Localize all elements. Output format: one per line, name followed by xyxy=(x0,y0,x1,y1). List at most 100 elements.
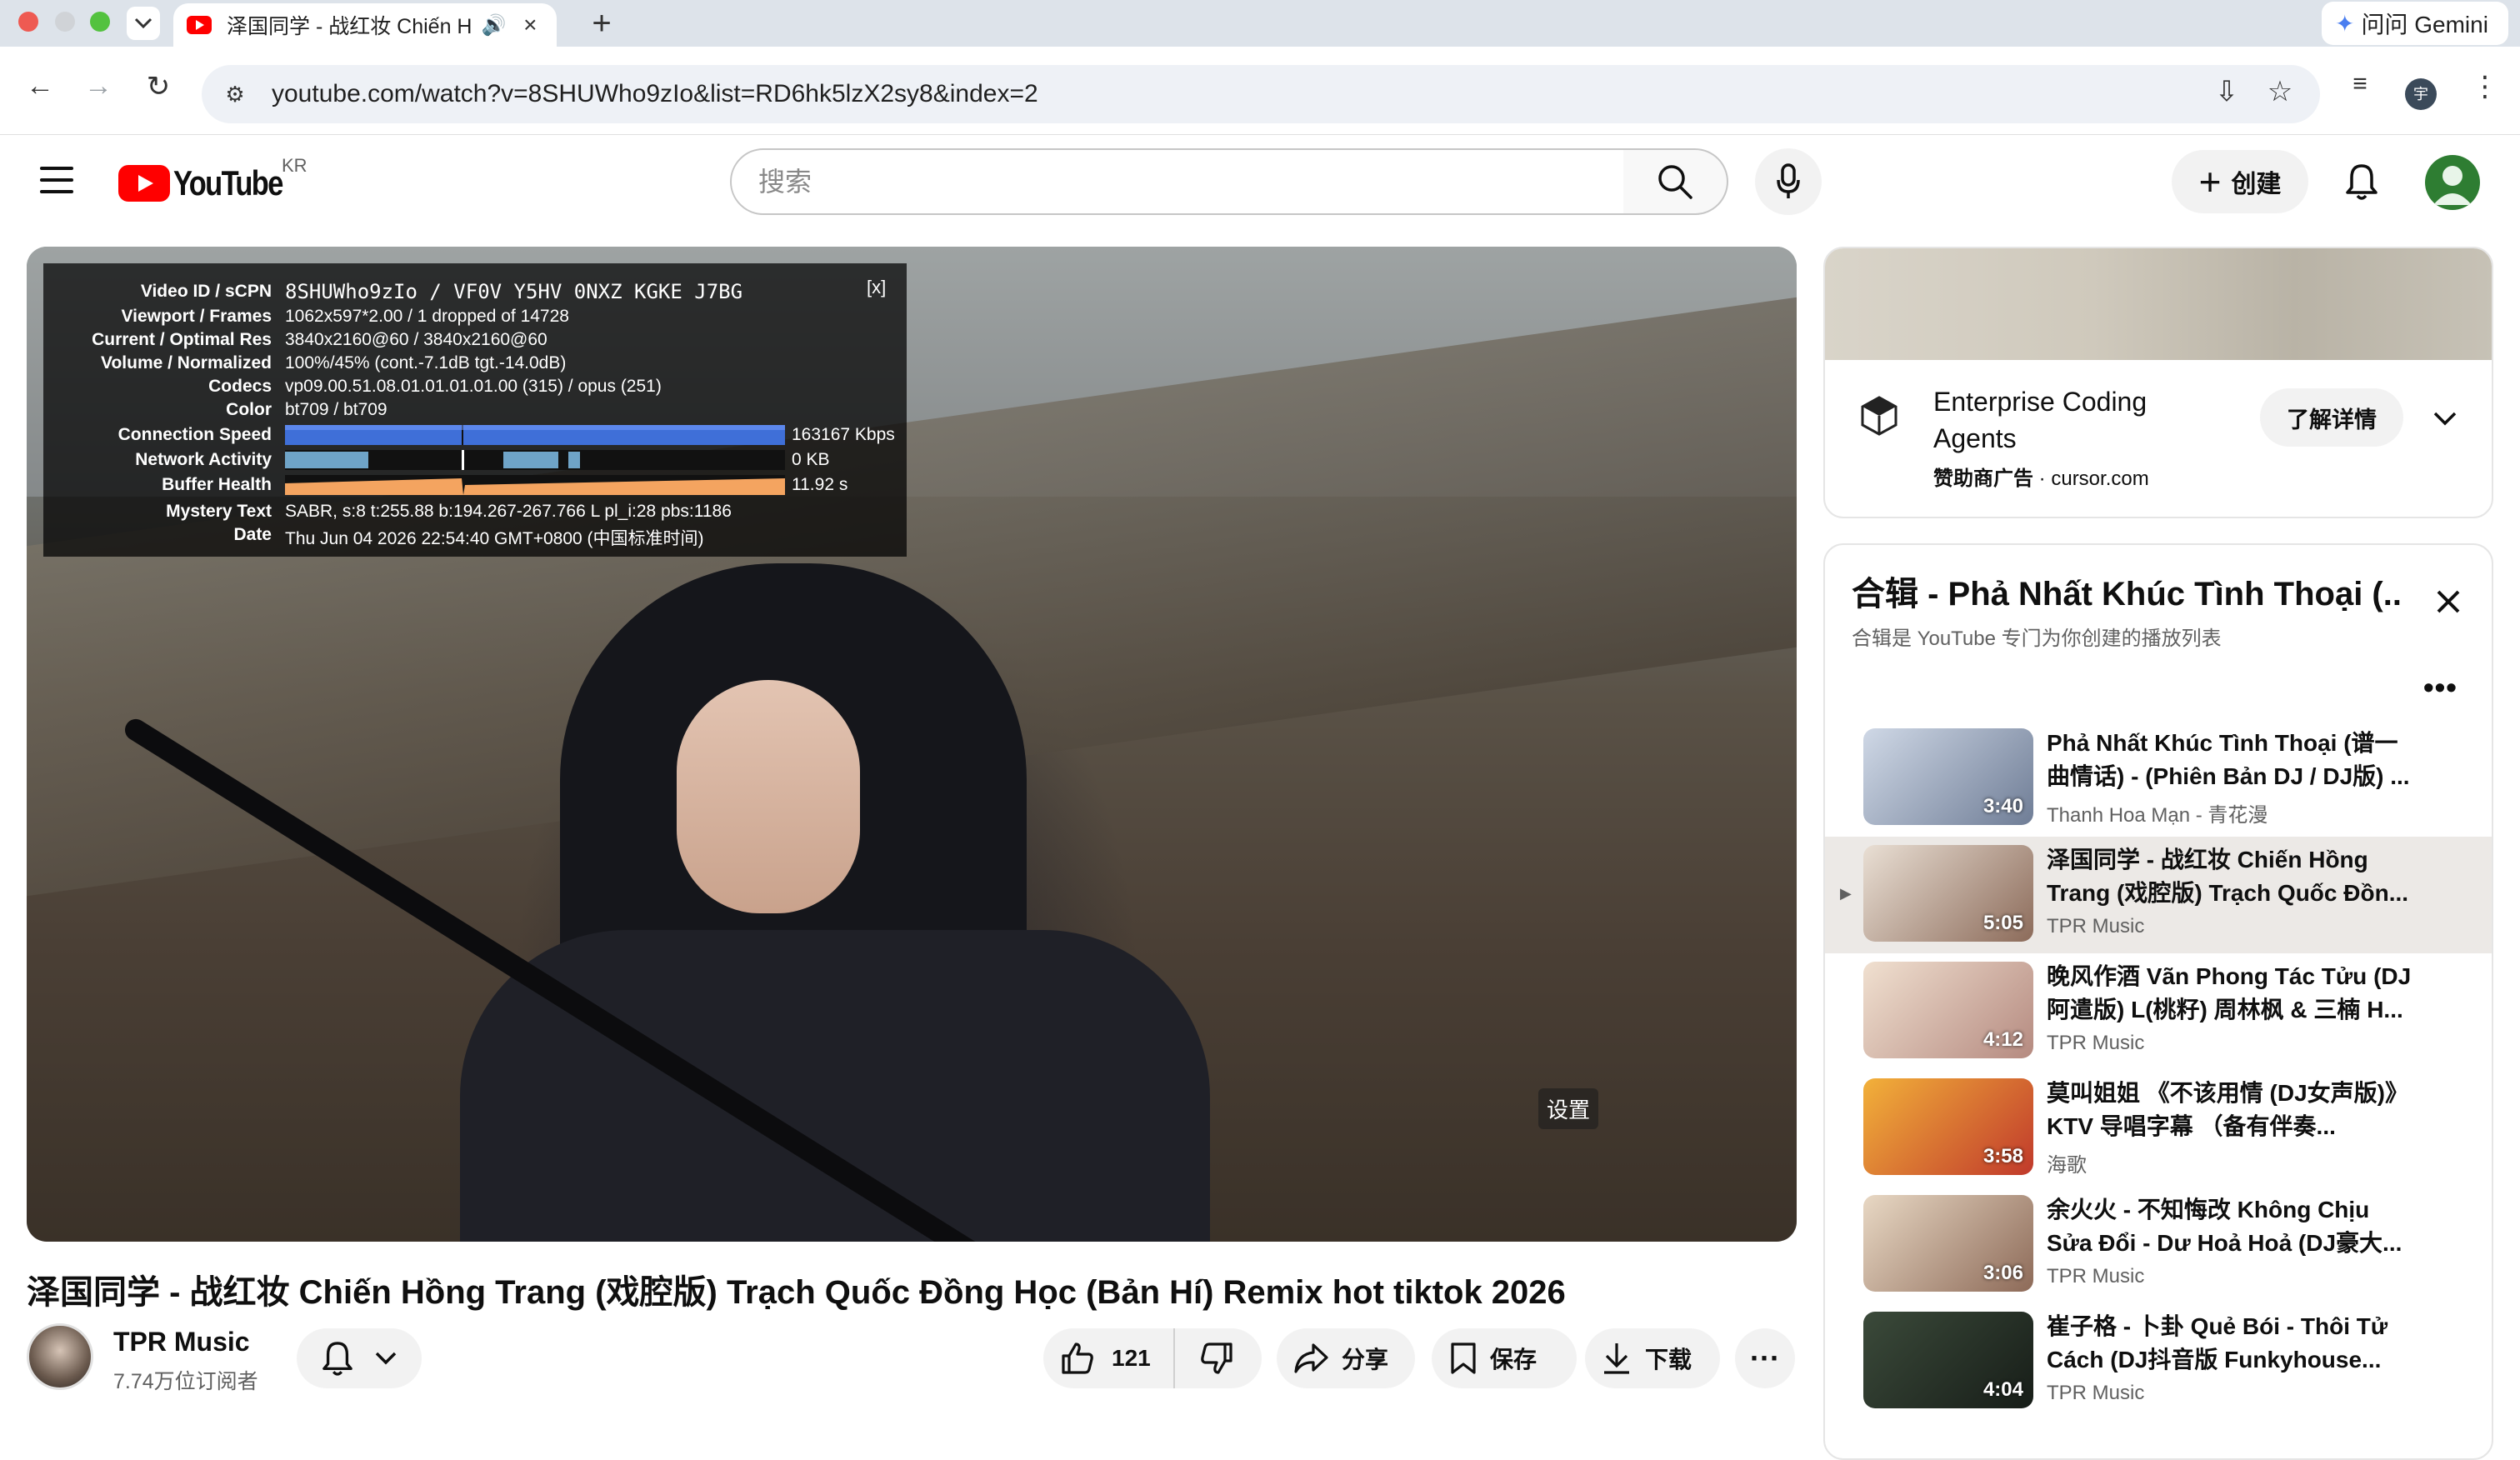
plus-icon: + xyxy=(2198,160,2222,203)
now-playing-icon: ▶ xyxy=(1840,885,1852,902)
playlist-thumbnail[interactable]: 4:04 xyxy=(1863,1312,2033,1408)
playlist-thumbnail[interactable]: 3:06 xyxy=(1863,1195,2033,1292)
stat-value: 1062x597*2.00 / 1 dropped of 14728 xyxy=(285,307,569,326)
playlist-item[interactable]: 3:58 莫叫姐姐 《不该用情 (DJ女声版)》 KTV 导唱字幕 （备有伴奏.… xyxy=(1825,1070,2492,1187)
stats-for-nerds-panel: [x] Video ID / sCPN 8SHUWho9zIo / VF0V Y… xyxy=(43,263,907,557)
ask-gemini-button[interactable]: ✦ 问问 Gemini xyxy=(2322,2,2508,45)
tab-close-icon[interactable]: × xyxy=(518,12,543,38)
playlist-item-title[interactable]: 崔子格 - 卜卦 Quẻ Bói - Thôi Tử Cách (DJ抖音版 F… xyxy=(2047,1310,2413,1377)
video-player[interactable]: 设置 [x] Video ID / sCPN 8SHUWho9zIo / VF0… xyxy=(27,247,1797,1242)
window-maximize-button[interactable] xyxy=(90,12,110,32)
address-bar[interactable]: ⚙ youtube.com/watch?v=8SHUWho9zIo&list=R… xyxy=(202,65,2320,123)
playlist-item-channel: TPR Music xyxy=(2047,1382,2145,1404)
playlist-item[interactable]: 3:40 Phả Nhất Khúc Tình Thoại (谱一曲情话) - … xyxy=(1825,720,2492,837)
like-button[interactable]: 121 xyxy=(1043,1328,1175,1388)
stat-label: Current / Optimal Res xyxy=(92,330,272,349)
share-icon xyxy=(1294,1343,1328,1373)
media-control-icon[interactable]: ≡ xyxy=(2342,70,2378,98)
thumbs-down-icon xyxy=(1201,1342,1232,1374)
reload-icon[interactable]: ↻ xyxy=(140,70,177,103)
settings-tooltip: 设置 xyxy=(1538,1088,1599,1129)
playlist-item-channel: TPR Music xyxy=(2047,915,2145,938)
stat-label: Connection Speed xyxy=(118,425,272,444)
playlist-item-title[interactable]: 莫叫姐姐 《不该用情 (DJ女声版)》 KTV 导唱字幕 （备有伴奏... xyxy=(2047,1077,2413,1143)
playlist-item[interactable]: 4:04 崔子格 - 卜卦 Quẻ Bói - Thôi Tử Cách (DJ… xyxy=(1825,1303,2492,1420)
share-button[interactable]: 分享 xyxy=(1277,1328,1415,1388)
save-label: 保存 xyxy=(1490,1347,1538,1372)
stat-label: Viewport / Frames xyxy=(121,307,272,326)
site-info-icon[interactable]: ⚙ xyxy=(220,82,250,108)
window-close-button[interactable] xyxy=(18,12,38,32)
account-avatar[interactable] xyxy=(2425,155,2480,210)
profile-avatar[interactable]: 宇 xyxy=(2405,78,2437,110)
create-button[interactable]: + 创建 xyxy=(2172,150,2308,213)
sponsored-ad-card[interactable]: Enterprise Coding Agents 赞助商广告 · cursor.… xyxy=(1823,247,2493,518)
microphone-icon xyxy=(1777,163,1800,198)
window-minimize-button[interactable] xyxy=(55,12,75,32)
playlist-item-title[interactable]: 泽国同学 - 战红妆 Chiến Hồng Trang (戏腔版) Trạch … xyxy=(2047,843,2413,910)
playlist-more-icon[interactable]: ••• xyxy=(2423,670,2458,705)
stat-value: 11.92 s xyxy=(792,475,848,494)
playlist-item-title[interactable]: Phả Nhất Khúc Tình Thoại (谱一曲情话) - (Phiê… xyxy=(2047,727,2413,793)
playlist-item[interactable]: 3:06 余火火 - 不知悔改 Không Chịu Sửa Đổi - Dư … xyxy=(1825,1187,2492,1303)
learn-more-button[interactable]: 了解详情 xyxy=(2260,388,2403,447)
search-input[interactable] xyxy=(758,166,1558,198)
youtube-logo[interactable]: YouTube xyxy=(118,163,306,203)
playlist-title[interactable]: 合辑 - Phả Nhất Khúc Tình Thoại (... xyxy=(1852,567,2402,615)
back-arrow-icon[interactable]: ← xyxy=(22,70,58,102)
sponsored-label: 赞助商广告 xyxy=(1933,468,2033,490)
stat-row: Color bt709 / bt709 xyxy=(43,400,907,423)
playlist-thumbnail[interactable]: 3:40 xyxy=(1863,728,2033,825)
browser-tab-active[interactable]: 泽国同学 - 战红妆 Chiến H 🔊 × xyxy=(173,3,557,47)
search-box xyxy=(730,148,1625,215)
download-button[interactable]: 下载 xyxy=(1585,1328,1720,1388)
close-playlist-button[interactable] xyxy=(2432,585,2465,618)
chevron-down-icon xyxy=(375,1352,397,1365)
subscription-notification-button[interactable] xyxy=(297,1328,422,1388)
connection-speed-graph xyxy=(285,425,785,445)
like-dislike-group: 121 xyxy=(1043,1328,1262,1388)
playlist-thumbnail[interactable]: 3:58 xyxy=(1863,1078,2033,1175)
video-frame-face xyxy=(677,680,860,913)
advertiser-logo[interactable] xyxy=(1852,388,1907,443)
guide-menu-icon[interactable] xyxy=(40,167,73,195)
browser-menu-icon[interactable]: ⋮ xyxy=(2467,70,2503,103)
bookmark-icon xyxy=(1451,1342,1476,1374)
save-button[interactable]: 保存 xyxy=(1432,1328,1577,1388)
url-text[interactable]: youtube.com/watch?v=8SHUWho9zIo&list=RD6… xyxy=(272,80,1038,108)
ad-expand-button[interactable] xyxy=(2428,402,2462,435)
channel-name[interactable]: TPR Music xyxy=(113,1327,250,1358)
playlist-thumbnail[interactable]: 5:05 xyxy=(1863,845,2033,942)
dislike-button[interactable] xyxy=(1175,1328,1258,1388)
bell-icon xyxy=(322,1342,352,1376)
ad-banner-image[interactable] xyxy=(1825,248,2492,360)
download-label: 下载 xyxy=(1645,1347,1692,1372)
stat-value: 100%/45% (cont.-7.1dB tgt.-14.0dB) xyxy=(285,353,567,372)
more-actions-button[interactable]: ··· xyxy=(1735,1328,1795,1388)
playlist-subtitle: 合辑是 YouTube 专门为你创建的播放列表 xyxy=(1852,628,2222,650)
notifications-button[interactable] xyxy=(2335,155,2388,208)
video-duration: 3:58 xyxy=(1982,1145,2023,1168)
search-button[interactable] xyxy=(1623,148,1728,215)
stat-value: vp09.00.51.08.01.01.01.01.00 (315) / opu… xyxy=(285,377,662,396)
stat-value: 163167 Kbps xyxy=(792,425,895,444)
playlist-item[interactable]: 4:12 晚风作酒 Vãn Phong Tác Tửu (DJ阿遣版) L(桃籽… xyxy=(1825,953,2492,1070)
playlist-item-channel: 海歌 xyxy=(2047,1154,2087,1177)
bookmark-star-icon[interactable]: ☆ xyxy=(2262,75,2298,108)
channel-avatar[interactable] xyxy=(27,1323,93,1390)
playlist-item-current[interactable]: ▶ 5:05 泽国同学 - 战红妆 Chiến Hồng Trang (戏腔版)… xyxy=(1825,837,2492,953)
voice-search-button[interactable] xyxy=(1755,148,1822,215)
forward-arrow-icon[interactable]: → xyxy=(80,70,117,102)
playlist-item-title[interactable]: 晚风作酒 Vãn Phong Tác Tửu (DJ阿遣版) L(桃籽) 周林枫… xyxy=(2047,960,2413,1027)
tab-search-button[interactable] xyxy=(127,7,160,40)
new-tab-button[interactable]: + xyxy=(583,5,620,42)
buffer-health-graph xyxy=(285,475,785,495)
playlist-item-title[interactable]: 余火火 - 不知悔改 Không Chịu Sửa Đổi - Dư Hoả H… xyxy=(2047,1193,2413,1260)
ad-title[interactable]: Enterprise Coding Agents xyxy=(1933,383,2183,457)
install-app-icon[interactable]: ⇩ xyxy=(2208,75,2245,108)
video-duration: 4:04 xyxy=(1982,1378,2023,1401)
tab-audio-icon[interactable]: 🔊 xyxy=(481,13,507,38)
bell-icon xyxy=(2346,164,2378,200)
playlist-thumbnail[interactable]: 4:12 xyxy=(1863,962,2033,1058)
stat-row: Current / Optimal Res 3840x2160@60 / 384… xyxy=(43,330,907,353)
